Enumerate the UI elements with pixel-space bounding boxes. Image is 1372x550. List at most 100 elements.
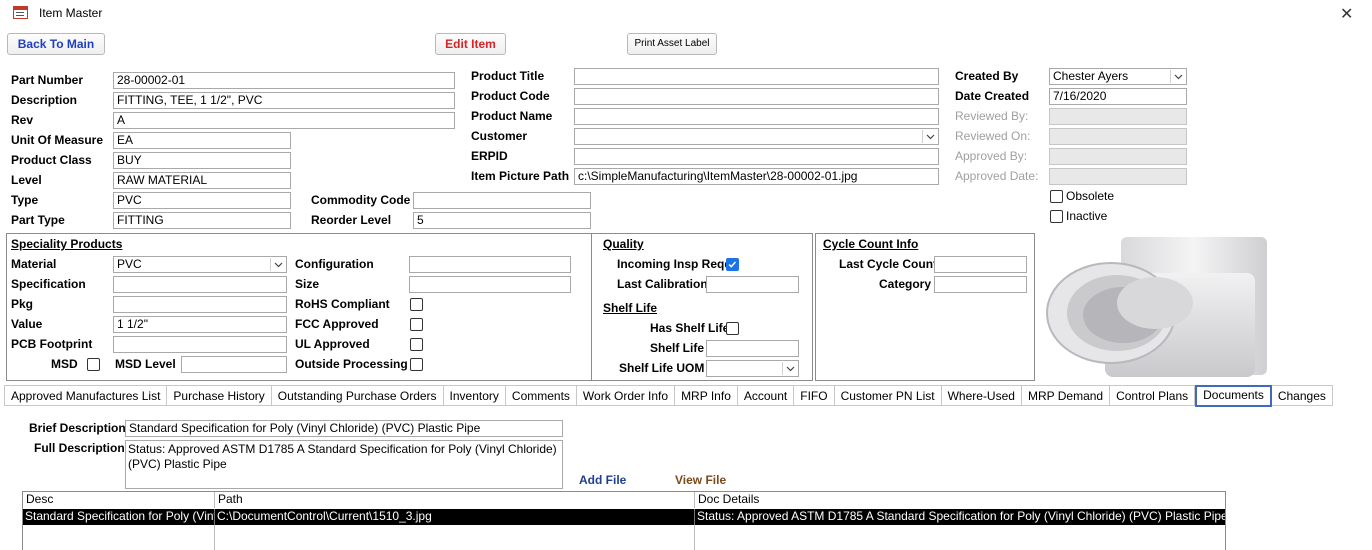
checkmark-icon — [728, 261, 737, 268]
rev-field[interactable]: A — [113, 112, 455, 129]
ul-checkbox[interactable] — [410, 338, 423, 351]
uom-field[interactable]: EA — [113, 132, 291, 149]
tab-approved-manufactures-list[interactable]: Approved Manufactures List — [4, 385, 168, 406]
date-created-label: Date Created — [955, 89, 1030, 103]
date-created-field[interactable]: 7/16/2020 — [1049, 88, 1187, 105]
shelf-life-field[interactable] — [706, 340, 799, 357]
back-to-main-button[interactable]: Back To Main — [7, 33, 105, 55]
row-desc-cell[interactable]: Standard Specification for Poly (Vinyl C… — [23, 509, 215, 525]
tab-mrp-info[interactable]: MRP Info — [675, 385, 738, 406]
full-description-label: Full Description — [34, 441, 125, 455]
last-calibration-field[interactable] — [706, 276, 799, 293]
item-picture-path-field[interactable]: c:\SimpleManufacturing\ItemMaster\28-000… — [574, 168, 939, 185]
size-field[interactable] — [409, 276, 571, 293]
size-label: Size — [295, 277, 320, 291]
category-field[interactable] — [934, 276, 1027, 293]
tab-where-used[interactable]: Where-Used — [941, 385, 1022, 406]
shelf-life-uom-combo[interactable] — [706, 360, 799, 377]
chevron-down-icon[interactable] — [782, 362, 797, 375]
msd-checkbox[interactable] — [87, 358, 100, 371]
description-label: Description — [11, 93, 78, 107]
tab-control-plans[interactable]: Control Plans — [1110, 385, 1196, 406]
reviewed-on-field — [1049, 128, 1187, 145]
column-header-path[interactable]: Path — [215, 492, 695, 508]
chevron-down-icon[interactable] — [1170, 70, 1185, 83]
msd-level-field[interactable] — [181, 356, 287, 373]
product-name-field[interactable] — [574, 108, 939, 125]
has-shelf-life-label: Has Shelf Life — [650, 321, 730, 335]
value-field[interactable]: 1 1/2" — [113, 316, 287, 333]
created-by-value: Chester Ayers — [1053, 69, 1129, 83]
tab-work-order-info[interactable]: Work Order Info — [576, 385, 676, 406]
full-description-field[interactable]: Status: Approved ASTM D1785 A Standard S… — [125, 440, 563, 489]
material-combo[interactable]: PVC — [113, 256, 287, 273]
last-calibration-label: Last Calibration — [617, 277, 708, 291]
product-class-field[interactable]: BUY — [113, 152, 291, 169]
tab-customer-pn-list[interactable]: Customer PN List — [834, 385, 942, 406]
tab-inventory[interactable]: Inventory — [443, 385, 506, 406]
tab-purchase-history[interactable]: Purchase History — [167, 385, 272, 406]
add-file-link[interactable]: Add File — [579, 473, 626, 487]
ul-label: UL Approved — [295, 337, 370, 351]
row-path-cell[interactable]: C:\DocumentControl\Current\1510_3.jpg — [215, 509, 695, 525]
shelf-life-heading: Shelf Life — [603, 301, 658, 315]
product-class-label: Product Class — [11, 153, 92, 167]
type-field[interactable]: PVC — [113, 192, 291, 209]
tab-documents[interactable]: Documents — [1195, 385, 1272, 407]
close-icon[interactable]: ✕ — [1340, 4, 1353, 24]
customer-combo[interactable] — [574, 128, 939, 145]
approved-by-field — [1049, 148, 1187, 165]
product-code-label: Product Code — [471, 89, 550, 103]
inactive-checkbox[interactable] — [1050, 210, 1063, 223]
row-doc-details-cell[interactable]: Status: Approved ASTM D1785 A Standard S… — [695, 509, 1225, 525]
pkg-field[interactable] — [113, 296, 287, 313]
product-code-field[interactable] — [574, 88, 939, 105]
product-title-field[interactable] — [574, 68, 939, 85]
fcc-checkbox[interactable] — [410, 318, 423, 331]
reviewed-on-label: Reviewed On: — [955, 129, 1031, 143]
pcb-footprint-field[interactable] — [113, 336, 287, 353]
tab-mrp-demand[interactable]: MRP Demand — [1021, 385, 1111, 406]
rohs-checkbox[interactable] — [410, 298, 423, 311]
tab-account[interactable]: Account — [737, 385, 795, 406]
created-by-combo[interactable]: Chester Ayers — [1049, 68, 1187, 85]
reviewed-by-field — [1049, 108, 1187, 125]
erpid-field[interactable] — [574, 148, 939, 165]
chevron-down-icon[interactable] — [270, 258, 285, 271]
last-cycle-count-field[interactable] — [934, 256, 1027, 273]
description-field[interactable]: FITTING, TEE, 1 1/2", PVC — [113, 92, 455, 109]
product-name-label: Product Name — [471, 109, 553, 123]
msd-level-label: MSD Level — [115, 357, 176, 371]
part-type-field[interactable]: FITTING — [113, 212, 291, 229]
column-header-doc-details[interactable]: Doc Details — [695, 492, 1225, 508]
chevron-down-icon[interactable] — [922, 130, 937, 143]
print-asset-label-button[interactable]: Print Asset Label — [627, 33, 717, 55]
tab-bar: Approved Manufactures List Purchase Histo… — [4, 385, 1333, 407]
edit-item-button[interactable]: Edit Item — [435, 33, 506, 55]
part-number-label: Part Number — [11, 73, 84, 87]
specification-field[interactable] — [113, 276, 287, 293]
pkg-label: Pkg — [11, 297, 34, 311]
column-header-desc[interactable]: Desc — [23, 492, 215, 508]
brief-description-field[interactable]: Standard Specification for Poly (Vinyl C… — [125, 420, 563, 437]
obsolete-checkbox[interactable] — [1050, 190, 1063, 203]
configuration-field[interactable] — [409, 256, 571, 273]
incoming-insp-checkbox[interactable] — [726, 258, 739, 271]
tab-changes[interactable]: Changes — [1271, 385, 1333, 406]
material-value: PVC — [117, 257, 142, 271]
last-cycle-count-label: Last Cycle Count — [839, 257, 938, 271]
view-file-link[interactable]: View File — [675, 473, 726, 487]
has-shelf-life-checkbox[interactable] — [726, 322, 739, 335]
reorder-level-field[interactable]: 5 — [413, 212, 591, 229]
tab-fifo[interactable]: FIFO — [794, 385, 835, 406]
tab-outstanding-purchase-orders[interactable]: Outstanding Purchase Orders — [271, 385, 444, 406]
outside-processing-checkbox[interactable] — [410, 358, 423, 371]
tab-comments[interactable]: Comments — [505, 385, 577, 406]
value-label: Value — [11, 317, 43, 331]
level-field[interactable]: RAW MATERIAL — [113, 172, 291, 189]
commodity-code-label: Commodity Code — [311, 193, 411, 207]
commodity-code-field[interactable] — [413, 192, 591, 209]
uom-label: Unit Of Measure — [11, 133, 104, 147]
part-number-field[interactable]: 28-00002-01 — [113, 72, 455, 89]
item-picture-path-label: Item Picture Path — [471, 169, 570, 183]
